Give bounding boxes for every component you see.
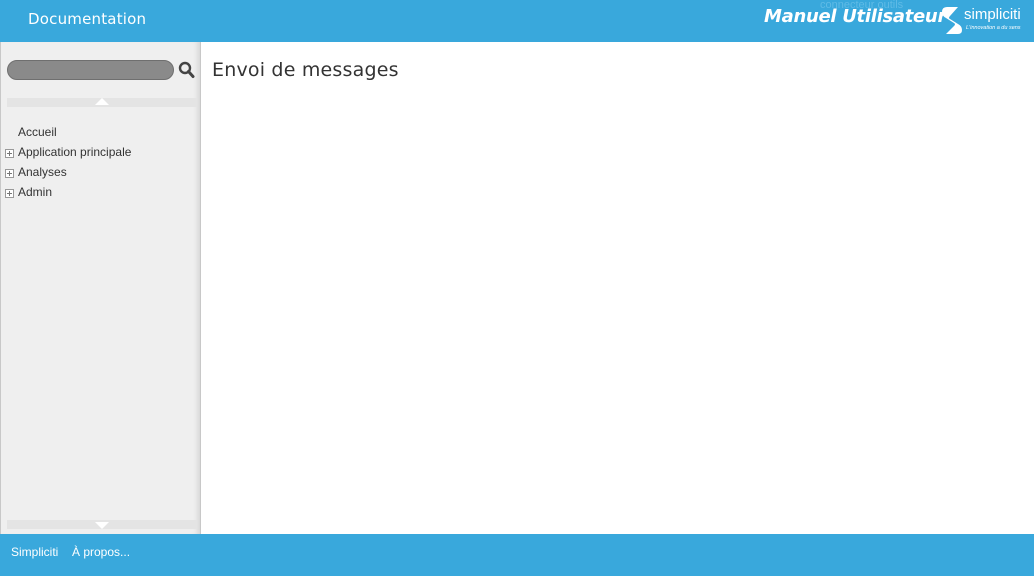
tree-item-admin[interactable]: Admin [1,184,199,204]
scroll-down-icon [95,522,109,529]
main-content: Envoi de messages [201,42,1034,534]
search-input[interactable] [7,60,174,80]
header-title[interactable]: Documentation [28,10,146,28]
sidebar: Accueil Application principale Analyses … [0,42,201,534]
page-title: Envoi de messages [212,59,399,81]
tree-item-application-principale[interactable]: Application principale [1,144,199,164]
footer: Simpliciti À propos... [0,534,1034,576]
tree-item-label: Accueil [18,125,57,139]
search-button[interactable] [178,60,196,80]
expand-icon[interactable] [5,149,14,158]
logo-tagline: L'innovation a du sens [966,25,1021,31]
tree-item-label: Analyses [18,165,67,179]
tree-item-label: Admin [18,185,53,199]
simpliciti-logo-mark [942,7,962,34]
footer-link-simpliciti[interactable]: Simpliciti [11,545,58,559]
tree-item-label: Application principale [18,145,132,159]
tree-item-accueil[interactable]: Accueil [1,124,199,144]
logo-text: simpliciti [964,6,1021,23]
tree-item-analyses[interactable]: Analyses [1,164,199,184]
footer-link-about[interactable]: À propos... [72,545,130,559]
manual-title: Manuel Utilisateur [764,6,947,27]
scroll-down-button[interactable] [7,520,197,529]
search-icon [178,61,195,78]
scroll-up-button[interactable] [7,98,197,107]
simpliciti-logo: simpliciti L'innovation a du sens [940,5,1030,37]
top-header: Documentation connecteur outils Manuel U… [0,0,1034,42]
scroll-up-icon [95,98,109,105]
navigation-tree: Accueil Application principale Analyses … [1,124,199,204]
expand-icon[interactable] [5,189,14,198]
expand-icon[interactable] [5,169,14,178]
